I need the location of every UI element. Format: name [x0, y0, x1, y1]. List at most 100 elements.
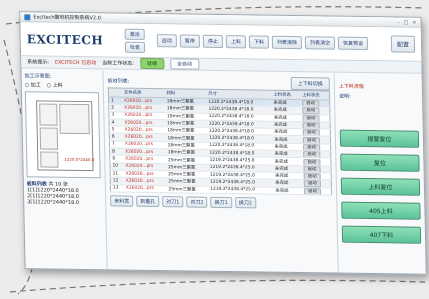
right-panel: 上下料流程 说明: 报警复位 复位 上料复位 405上料 407下料	[333, 73, 426, 274]
row-load-state: 未完成	[273, 186, 303, 195]
start-row-button[interactable]: 启动	[303, 165, 321, 173]
row-load-state: 未完成	[272, 150, 302, 158]
config-button[interactable]: 配置	[390, 35, 416, 53]
tab-tool2[interactable]: 对刀2	[186, 196, 208, 208]
row-load-state: 未完成	[272, 164, 302, 173]
row-load-state: 未完成	[271, 99, 301, 107]
start-row-button[interactable]: 启动	[304, 187, 321, 195]
auto-mode-button[interactable]: 全自动	[169, 58, 200, 70]
sheet-layout: 1220.0*2440.0	[36, 100, 95, 172]
reset-button[interactable]: 复位	[340, 153, 420, 172]
close-icon[interactable]: ×	[412, 19, 416, 25]
check-button[interactable]: 检查	[124, 41, 146, 53]
unload-button[interactable]: 下料	[248, 35, 270, 49]
row-unload-state: 启动	[301, 172, 332, 181]
row-unload-state: 启动	[301, 157, 331, 166]
row-load-state: 未完成	[271, 113, 301, 122]
load-405-button[interactable]: 405上料	[341, 201, 421, 220]
board-table: 文件名称 材料 尺寸 上料状态 上料状态 1 X26020...prs 18mm三聚…	[107, 87, 333, 196]
activate-button[interactable]: 激活	[124, 28, 145, 40]
radio-process[interactable]: ○ 加工	[25, 81, 41, 88]
start-row-button[interactable]: 启动	[302, 129, 320, 137]
restore-button[interactable]: 恢复预设	[337, 36, 369, 51]
toolbar: 启动 暂停 停止 上料 下料 列表清除 列表清空 恢复预设	[156, 34, 369, 51]
alarm-reset-button[interactable]: 报警复位	[339, 129, 420, 148]
row-material: 18mm三聚氰	[164, 97, 207, 106]
work-state-label: 当前工作状态:	[102, 60, 135, 67]
board-list-title: 板材列表:	[107, 77, 130, 85]
pause-button[interactable]: 暂停	[179, 34, 201, 48]
list-empty-button[interactable]: 列表清空	[304, 36, 336, 50]
flow-buttons: 报警复位 复位 上料复位 405上料 407下料	[339, 129, 422, 244]
status-message: EXCITECH 已启动	[54, 59, 97, 67]
row-load-state: 未完成	[271, 106, 301, 115]
radio-process-label: 加工	[30, 82, 41, 89]
start-row-button[interactable]: 启动	[303, 173, 321, 181]
diagram-label: 加工示意图:	[24, 73, 52, 80]
row-number: 13	[110, 184, 124, 192]
main-body: 加工示意图: ○ 加工 ○ 上料 1220.0*2440.0 板料列表 共 10…	[21, 69, 426, 274]
row-unload-state: 启动	[302, 187, 332, 195]
start-row-button[interactable]: 启动	[302, 114, 320, 122]
flow-title: 上下料流程	[338, 83, 364, 90]
row-load-state: 未完成	[272, 142, 302, 151]
row-load-state: 未完成	[272, 128, 301, 137]
radio-load-label: 上料	[52, 82, 63, 89]
board-count: 板料列表 共 10 张 1[1]1220*2440*18.0 2[1]1220*…	[27, 181, 103, 206]
row-material: 18mm三聚氰	[165, 134, 208, 143]
row-material: 18mm三聚氰	[164, 112, 207, 121]
panel-cell	[40, 151, 59, 168]
row-material: 25mm三聚氰	[166, 185, 209, 194]
tab-change1[interactable]: 换刀1	[210, 196, 232, 208]
col-load-state: 上料状态	[271, 90, 301, 100]
row-load-state: 未完成	[272, 157, 302, 166]
start-row-button[interactable]: 启动	[302, 107, 320, 115]
stop-button[interactable]: 停止	[202, 34, 224, 49]
row-material: 18mm三聚氰	[165, 119, 207, 128]
load-button[interactable]: 上料	[225, 35, 247, 49]
bottom-tabs: 来料宽 到量孔 对刀1 对刀2 换刀1 换刀2	[110, 195, 332, 209]
note-line: 3[1]1220*2440*18.0	[27, 199, 80, 206]
start-row-button[interactable]: 启动	[302, 122, 320, 130]
window-title: Excitech雕刻机控制系统V2.0	[33, 14, 101, 22]
row-unload-state: 启动	[301, 150, 331, 159]
start-row-button[interactable]: 启动	[303, 151, 321, 159]
row-unload-state: 启动	[301, 143, 331, 152]
start-button[interactable]: 启动	[156, 34, 178, 48]
panel-cell	[39, 103, 58, 126]
tab-incoming[interactable]: 来料宽	[110, 195, 134, 207]
row-unload-state: 启动	[300, 136, 331, 144]
row-unload-state: 启动	[300, 128, 331, 137]
tab-change2[interactable]: 换刀2	[234, 196, 257, 209]
row-load-state: 未完成	[272, 135, 302, 144]
tab-hole[interactable]: 到量孔	[136, 195, 160, 207]
start-row-button[interactable]: 启动	[302, 100, 320, 108]
row-material: 25mm三聚氰	[165, 163, 208, 172]
panel-cell	[59, 103, 90, 135]
start-row-button[interactable]: 启动	[302, 136, 320, 144]
list-clear-button[interactable]: 列表清除	[271, 35, 303, 50]
radio-load[interactable]: ○ 上料	[47, 82, 63, 89]
maximize-icon[interactable]: □	[404, 19, 409, 25]
row-unload-state: 启动	[301, 165, 332, 173]
row-material: 25mm三聚氰	[165, 156, 208, 164]
sheet-dimension: 1220.0*2440.0	[64, 156, 95, 163]
row-material: 18mm三聚氰	[165, 148, 208, 157]
unload-407-button[interactable]: 407下料	[341, 225, 422, 244]
start-row-button[interactable]: 启动	[303, 158, 321, 166]
col-no	[108, 87, 122, 98]
tab-tool1[interactable]: 对刀1	[162, 195, 184, 208]
start-row-button[interactable]: 启动	[303, 144, 321, 152]
start-row-button[interactable]: 启动	[303, 180, 321, 188]
row-unload-state: 启动	[301, 179, 332, 188]
row-load-state: 未完成	[271, 121, 301, 129]
row-unload-state: 启动	[300, 121, 331, 130]
minimize-icon[interactable]: –	[397, 19, 400, 25]
row-material: 25mm三聚氰	[166, 170, 209, 179]
load-reset-button[interactable]: 上料复位	[340, 177, 421, 196]
row-material: 18mm三聚氰	[165, 141, 208, 150]
app-icon	[24, 13, 31, 20]
logo: EXCITECH	[26, 31, 104, 47]
row-material: 25mm三聚氰	[166, 177, 209, 186]
switch-load-button[interactable]: 上下料切换	[290, 76, 330, 91]
